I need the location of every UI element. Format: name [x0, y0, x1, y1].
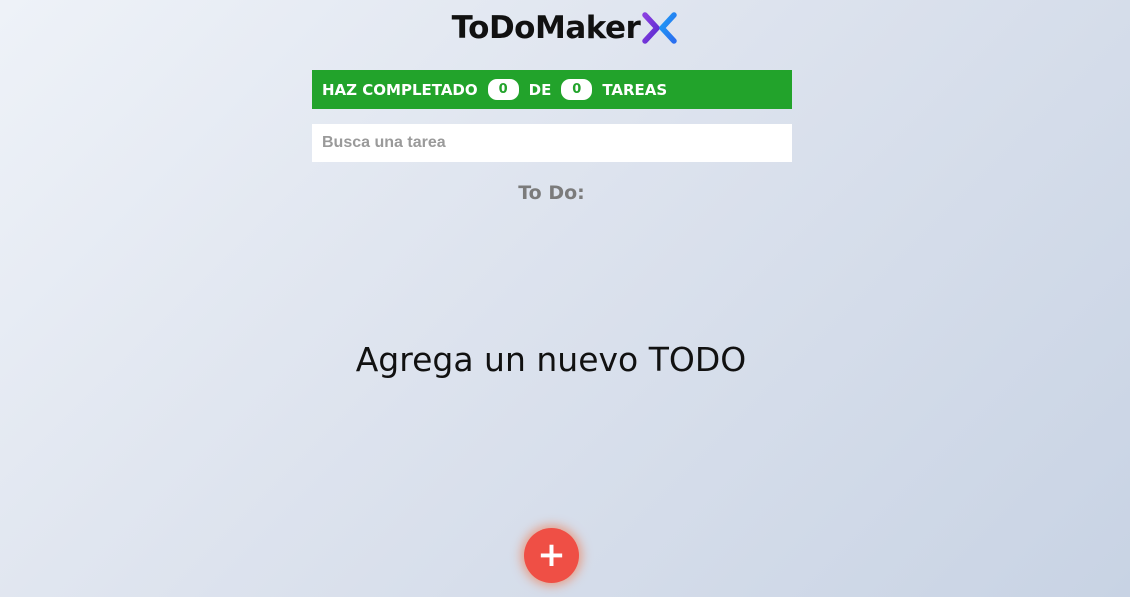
todo-list-title: To Do:	[518, 182, 585, 204]
logo: ToDoMaker	[452, 10, 679, 46]
plus-icon: +	[537, 535, 566, 575]
completed-count-badge: 0	[487, 79, 519, 100]
double-chevron-x-logo-icon	[642, 12, 678, 44]
completion-counter: HAZ COMPLETADO 0 DE 0 TAREAS	[312, 70, 792, 109]
empty-state-message: Agrega un nuevo TODO	[355, 340, 747, 379]
counter-middle: DE	[528, 80, 552, 99]
counter-suffix: TAREAS	[602, 80, 668, 99]
app-title: ToDoMaker	[451, 10, 641, 46]
app-header: ToDoMaker	[0, 10, 1130, 50]
counter-prefix: HAZ COMPLETADO	[322, 80, 478, 99]
add-todo-button[interactable]: +	[524, 528, 579, 583]
total-count-badge: 0	[561, 79, 593, 100]
search-input[interactable]	[312, 124, 792, 162]
